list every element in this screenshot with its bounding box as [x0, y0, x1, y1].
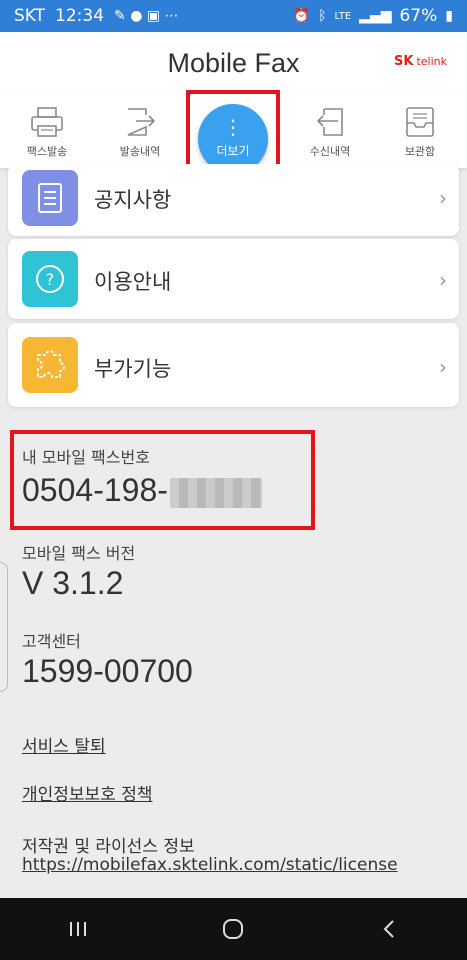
archive-icon	[406, 107, 434, 137]
privacy-policy-link[interactable]: 개인정보보호 정책	[22, 780, 153, 805]
tab-label: 더보기	[216, 143, 250, 158]
back-button[interactable]	[359, 909, 419, 949]
license-link[interactable]: https://mobilefax.sktelink.com/static/li…	[22, 855, 398, 875]
menu-label: 이용안내	[94, 270, 172, 294]
recent-apps-icon	[69, 922, 86, 936]
alarm-icon: ⏰	[292, 8, 311, 24]
notification-icons: ✎ ● ▣ ⋯	[114, 8, 179, 24]
menu-item-guide[interactable]: ? 이용안내 ›	[8, 239, 459, 319]
fax-number-value: 0504-198-	[22, 472, 262, 509]
side-panel-handle[interactable]	[0, 562, 8, 692]
back-icon	[383, 920, 394, 938]
chevron-right-icon: ›	[439, 268, 447, 292]
bluetooth-icon: ᛒ	[318, 8, 327, 24]
support-value[interactable]: 1599-00700	[22, 653, 193, 690]
support-label: 고객센터	[22, 632, 81, 651]
brand-mark: SK	[394, 54, 414, 69]
tab-label: 발송내역	[119, 145, 161, 158]
brand-logo: SK telink	[394, 54, 447, 69]
lte-label: LTE	[334, 10, 352, 22]
notice-icon	[22, 170, 78, 226]
app-header: Mobile Fax SK telink	[0, 32, 467, 92]
tab-label: 보관함	[404, 145, 436, 158]
home-button[interactable]	[203, 909, 263, 949]
fax-number-label: 내 모바일 팩스번호	[22, 448, 150, 467]
menu-label: 공지사항	[94, 188, 172, 212]
brand-name: telink	[416, 55, 447, 68]
status-bar: SKT 12:34 ✎ ● ▣ ⋯ ⏰ ᛒ LTE ▂▄▆ 67% ▮	[0, 0, 467, 32]
received-history-icon	[316, 108, 343, 136]
fax-number-prefix: 0504-198-	[22, 472, 168, 508]
recent-apps-button[interactable]	[48, 909, 108, 949]
withdraw-link[interactable]: 서비스 탈퇴	[22, 732, 106, 757]
more-icon: ⋮	[223, 114, 243, 139]
printer-icon	[31, 107, 63, 137]
menu-label: 부가기능	[94, 357, 172, 381]
carrier-label: SKT	[14, 6, 46, 26]
version-label: 모바일 팩스 버전	[22, 544, 136, 563]
chevron-right-icon: ›	[439, 186, 447, 210]
copyright-label: 저작권 및 라이선스 정보	[22, 837, 195, 857]
system-nav-bar	[0, 898, 467, 960]
sent-history-icon	[127, 108, 156, 136]
version-value: V 3.1.2	[22, 565, 124, 601]
home-icon	[223, 919, 244, 939]
tab-archive[interactable]: 보관함	[381, 92, 459, 168]
menu-item-notice[interactable]: 공지사항 ›	[8, 164, 459, 236]
fax-number-masked	[169, 477, 262, 508]
tab-label: 수신내역	[309, 145, 351, 158]
signal-icon: ▂▄▆	[359, 8, 392, 24]
menu-item-extras[interactable]: 부가기능 ›	[8, 323, 459, 407]
clock: 12:34	[55, 6, 105, 26]
svg-text:?: ?	[46, 270, 55, 289]
chevron-right-icon: ›	[439, 355, 447, 379]
tab-received-history[interactable]: 수신내역	[291, 92, 369, 168]
tab-sent-history[interactable]: 발송내역	[101, 92, 179, 168]
battery-icon: ▮	[445, 8, 453, 24]
tab-fax-send[interactable]: 팩스발송	[8, 92, 86, 168]
tab-label: 팩스발송	[26, 145, 68, 158]
help-icon: ?	[22, 251, 78, 307]
battery-level: 67%	[399, 6, 438, 26]
puzzle-icon	[22, 337, 78, 393]
